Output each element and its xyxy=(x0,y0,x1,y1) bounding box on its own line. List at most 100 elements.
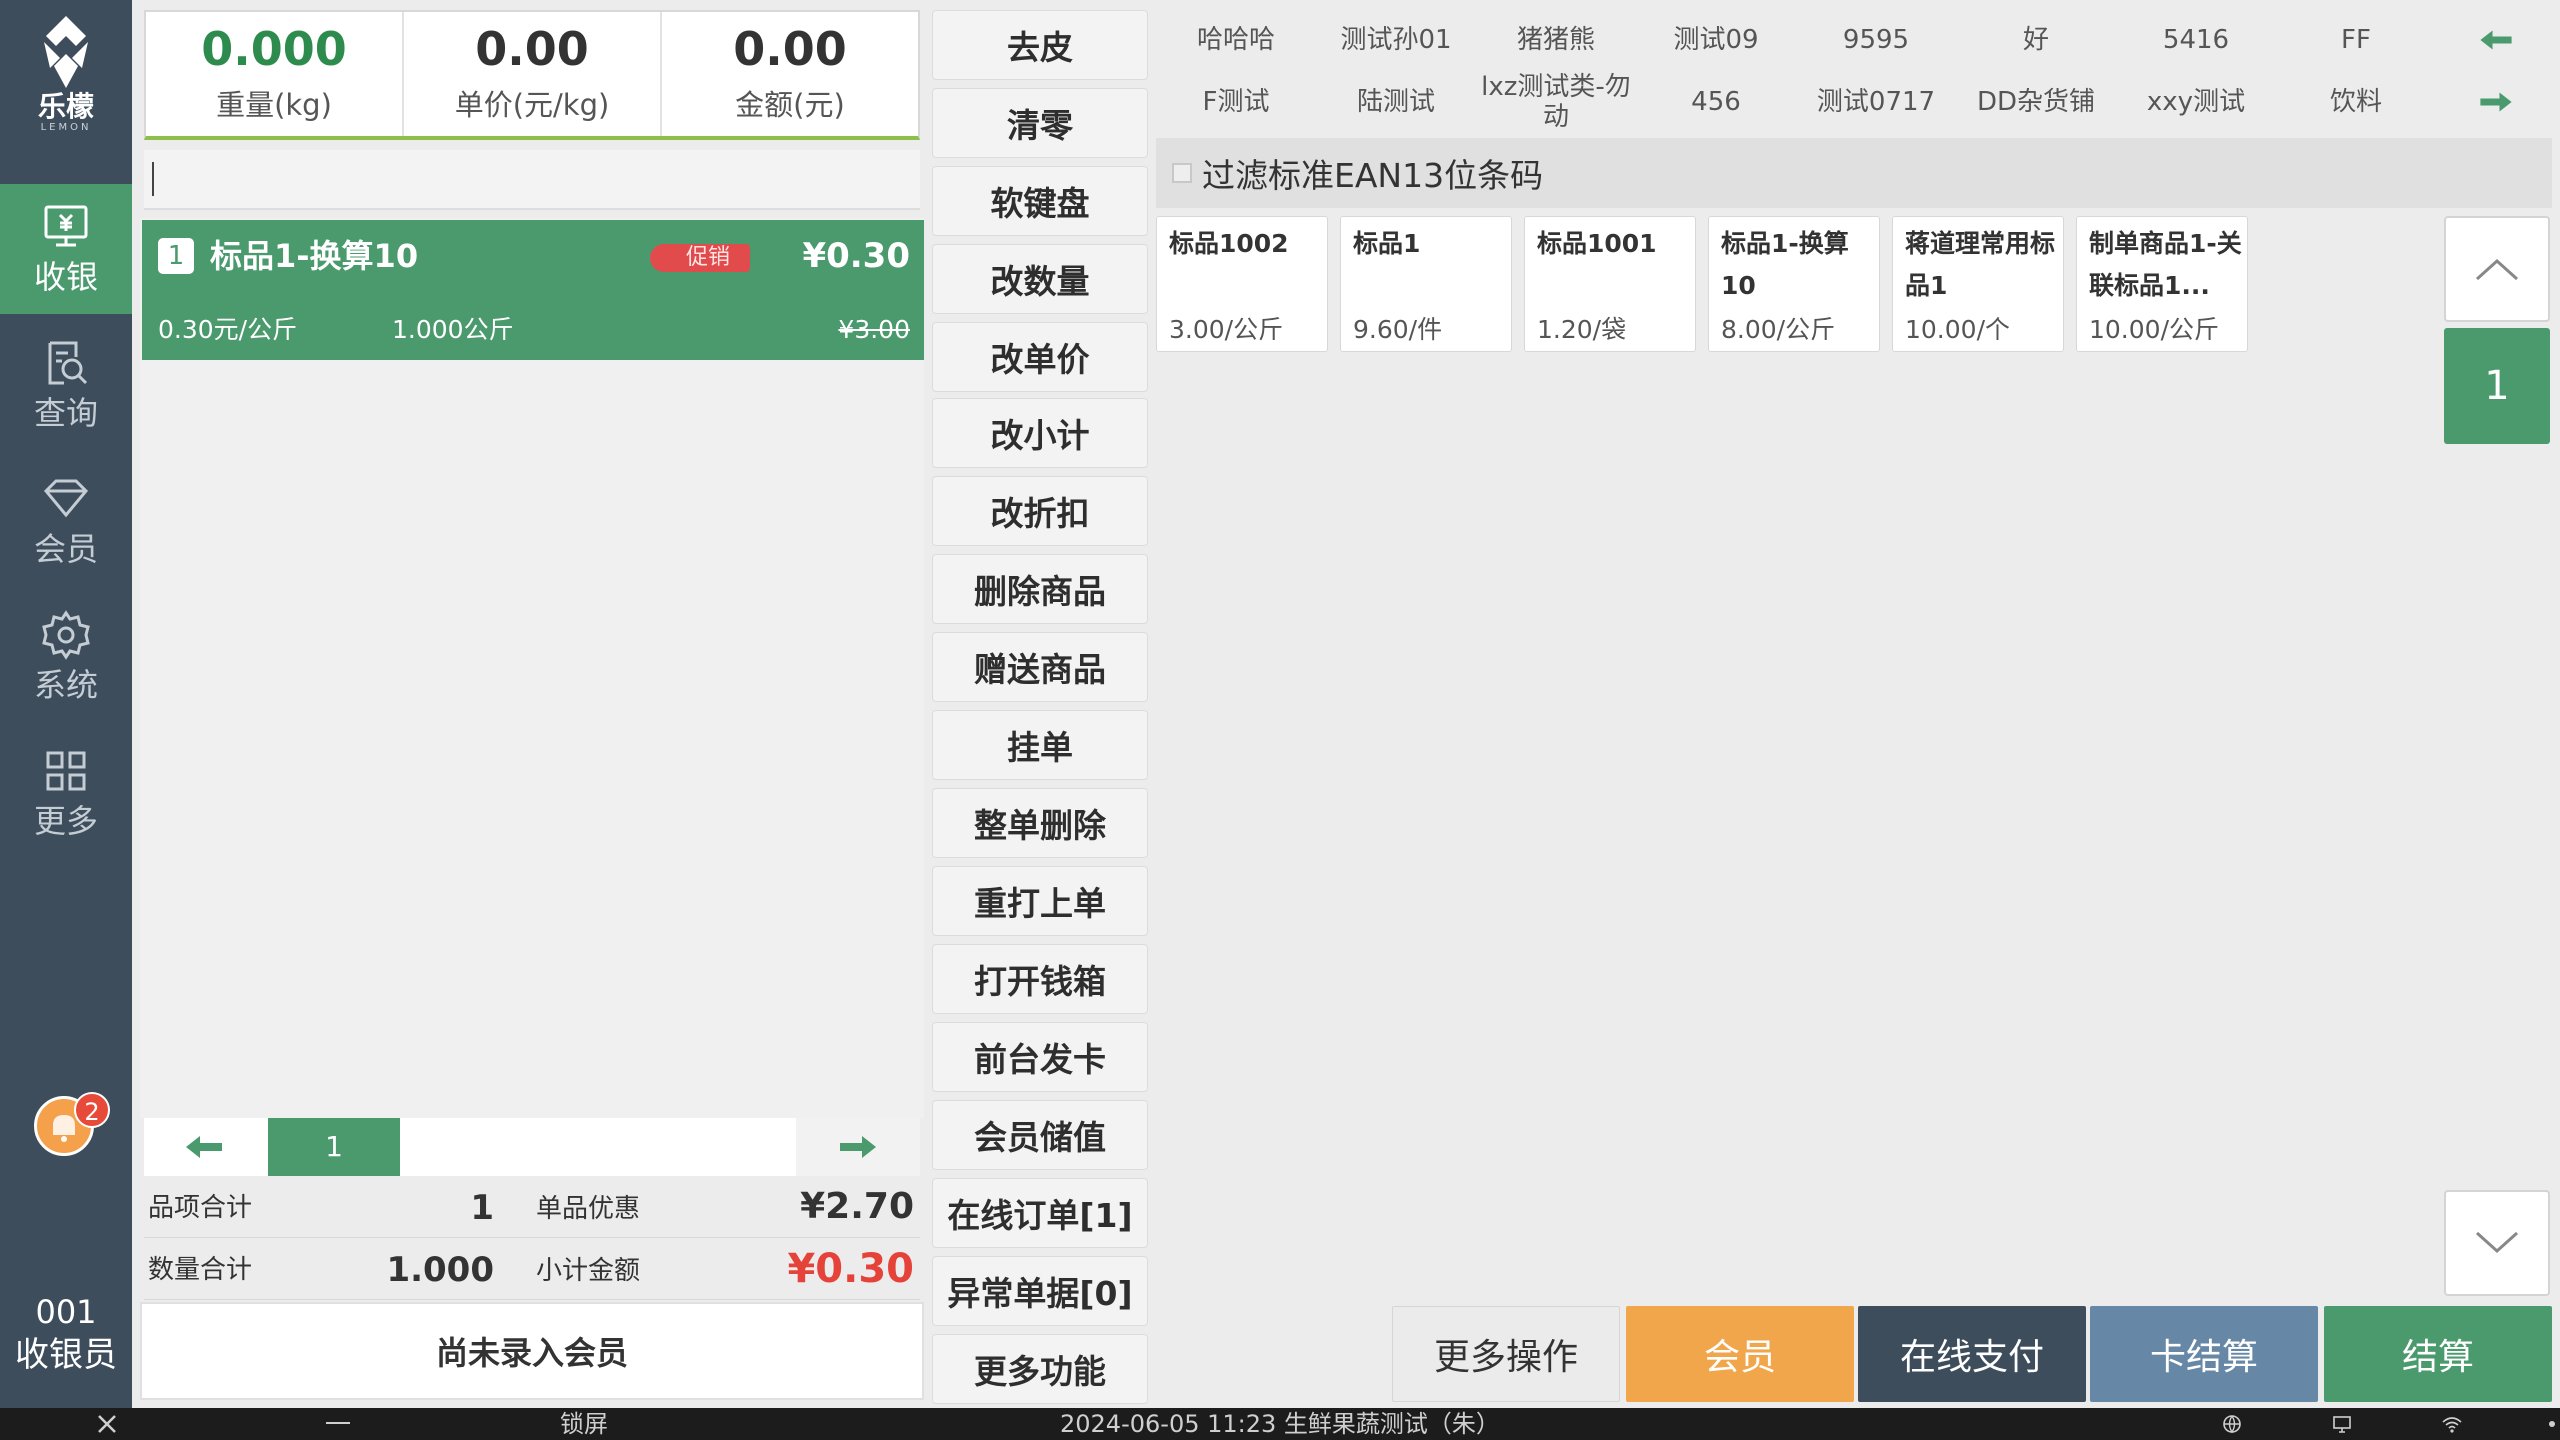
next-page-button[interactable] xyxy=(796,1118,920,1176)
scale-weight: 0.000 重量(kg) xyxy=(146,12,404,136)
qty-total-value: 1.000 xyxy=(386,1250,494,1290)
amount-value: 0.00 xyxy=(733,22,847,76)
category-tab[interactable]: 陆测试 xyxy=(1316,72,1476,132)
ean13-filter[interactable]: 过滤标准EAN13位条码 xyxy=(1156,138,2552,208)
soft-keyboard-button[interactable]: 软键盘 xyxy=(932,166,1148,236)
cart-item-quantity: 1.000公斤 xyxy=(392,315,514,344)
brand-logo: 乐檬 LEMON xyxy=(0,14,132,144)
scale-amount: 0.00 金额(元) xyxy=(662,12,918,136)
product-price: 3.00/公斤 xyxy=(1169,315,1284,344)
category-tab[interactable]: 猪猪熊 xyxy=(1476,10,1636,70)
category-tab[interactable]: FF xyxy=(2276,10,2436,70)
category-tab[interactable]: lxz测试类-勿动 xyxy=(1476,72,1636,132)
nav-label: 系统 xyxy=(33,666,98,704)
product-tile[interactable]: 制单商品1-关联标品1... 10.00/公斤 xyxy=(2076,216,2248,352)
weight-value: 0.000 xyxy=(201,22,347,76)
nav-member[interactable]: 会员 xyxy=(0,456,132,586)
prev-page-button[interactable] xyxy=(144,1118,264,1176)
brand-name-en: LEMON xyxy=(40,122,92,133)
scale-panel: 0.000 重量(kg) 0.00 单价(元/kg) 0.00 金额(元) xyxy=(144,10,920,140)
member-topup-button[interactable]: 会员储值 xyxy=(932,1100,1148,1170)
category-tab[interactable]: 456 xyxy=(1636,72,1796,132)
checkout-button[interactable]: 结算 xyxy=(2324,1306,2552,1402)
status-bar: 锁屏 2024-06-05 11:23 生鲜果蔬测试（朱） xyxy=(0,1408,2560,1440)
delete-order-button[interactable]: 整单删除 xyxy=(932,788,1148,858)
zero-button[interactable]: 清零 xyxy=(932,88,1148,158)
change-price-button[interactable]: 改单价 xyxy=(932,322,1148,392)
product-price: 8.00/公斤 xyxy=(1721,315,1836,344)
cart-pager: 1 xyxy=(144,1118,920,1176)
tare-button[interactable]: 去皮 xyxy=(932,10,1148,80)
member-diamond-icon xyxy=(43,479,89,518)
product-tile[interactable]: 标品1002 3.00/公斤 xyxy=(1156,216,1328,352)
product-name: 标品1001 xyxy=(1537,229,1657,258)
product-tile[interactable]: 标品1 9.60/件 xyxy=(1340,216,1512,352)
category-tab[interactable]: DD杂货铺 xyxy=(1956,72,2116,132)
more-actions-button[interactable]: 更多操作 xyxy=(1392,1306,1620,1402)
category-tab[interactable]: 测试09 xyxy=(1636,10,1796,70)
member-button[interactable]: 会员 xyxy=(1626,1306,1854,1402)
card-settle-button[interactable]: 卡结算 xyxy=(2090,1306,2318,1402)
member-status-button[interactable]: 尚未录入会员 xyxy=(140,1302,924,1400)
subtotal-amount: ¥0.30 xyxy=(787,1246,914,1292)
nav-system[interactable]: 系统 xyxy=(0,592,132,722)
nav-label: 会员 xyxy=(33,530,98,568)
product-price: 10.00/个 xyxy=(1905,315,2010,344)
category-tab[interactable]: 哈哈哈 xyxy=(1156,10,1316,70)
nav-query[interactable]: 查询 xyxy=(0,320,132,450)
minimize-icon[interactable] xyxy=(326,1422,350,1424)
cart-list: 1 标品1-换算10 促销 ¥0.30 0.30元/公斤 1.000公斤 ¥3.… xyxy=(140,218,924,1118)
product-price: 1.20/袋 xyxy=(1537,315,1627,344)
subtotal-label: 小计金额 xyxy=(536,1256,641,1286)
product-name: 标品1 xyxy=(1353,229,1421,258)
category-tab[interactable]: 饮料 xyxy=(2276,72,2436,132)
category-tab[interactable]: 测试0717 xyxy=(1796,72,1956,132)
barcode-input[interactable] xyxy=(144,150,920,210)
status-info: 2024-06-05 11:23 生鲜果蔬测试（朱） xyxy=(1060,1410,1500,1438)
reprint-button[interactable]: 重打上单 xyxy=(932,866,1148,936)
change-qty-button[interactable]: 改数量 xyxy=(932,244,1148,314)
product-tile[interactable]: 标品1001 1.20/袋 xyxy=(1524,216,1696,352)
gift-item-button[interactable]: 赠送商品 xyxy=(932,632,1148,702)
cash-register-icon xyxy=(44,205,88,247)
online-orders-button[interactable]: 在线订单[1] xyxy=(932,1178,1148,1248)
online-pay-button[interactable]: 在线支付 xyxy=(1858,1306,2086,1402)
close-icon[interactable] xyxy=(94,1411,120,1437)
category-tab[interactable]: 5416 xyxy=(2116,10,2276,70)
ean13-filter-checkbox[interactable] xyxy=(1172,163,1192,183)
arrow-right-icon xyxy=(2480,92,2512,112)
open-drawer-button[interactable]: 打开钱箱 xyxy=(932,944,1148,1014)
items-total-label: 品项合计 xyxy=(148,1193,253,1223)
change-subtotal-button[interactable]: 改小计 xyxy=(932,398,1148,468)
more-functions-button[interactable]: 更多功能 xyxy=(932,1334,1148,1404)
category-prev-button[interactable] xyxy=(2456,10,2536,70)
change-discount-button[interactable]: 改折扣 xyxy=(932,476,1148,546)
category-tab[interactable]: F测试 xyxy=(1156,72,1316,132)
category-tab[interactable]: 9595 xyxy=(1796,10,1956,70)
category-tab[interactable]: 好 xyxy=(1956,10,2116,70)
unit-price-label: 单价(元/kg) xyxy=(454,88,610,122)
promo-tag-label: 促销 xyxy=(686,245,731,270)
hold-order-button[interactable]: 挂单 xyxy=(932,710,1148,780)
product-scroll-down-button[interactable] xyxy=(2444,1190,2550,1296)
product-scroll-up-button[interactable] xyxy=(2444,216,2550,322)
cart-item[interactable]: 1 标品1-换算10 促销 ¥0.30 0.30元/公斤 1.000公斤 ¥3.… xyxy=(142,220,924,360)
category-next-button[interactable] xyxy=(2456,72,2536,132)
product-tile[interactable]: 标品1-换算10 8.00/公斤 xyxy=(1708,216,1880,352)
issue-card-button[interactable]: 前台发卡 xyxy=(932,1022,1148,1092)
notification-button[interactable]: 2 xyxy=(34,1092,110,1156)
gear-icon xyxy=(42,610,90,660)
abnormal-orders-button[interactable]: 异常单据[0] xyxy=(932,1256,1148,1326)
delete-item-button[interactable]: 删除商品 xyxy=(932,554,1148,624)
current-page: 1 xyxy=(268,1118,400,1176)
category-tab[interactable]: 测试孙01 xyxy=(1316,10,1476,70)
nav-cashier[interactable]: 收银 xyxy=(0,184,132,314)
unit-price-value: 0.00 xyxy=(475,22,589,76)
lock-screen-button[interactable]: 锁屏 xyxy=(560,1408,608,1440)
product-tile[interactable]: 蒋道理常用标品1 10.00/个 xyxy=(1892,216,2064,352)
items-total-count: 1 xyxy=(470,1188,494,1228)
category-tabs: 哈哈哈 测试孙01 猪猪熊 测试09 9595 好 5416 FF F测试 陆测… xyxy=(1156,10,2552,134)
nav-more[interactable]: 更多 xyxy=(0,728,132,858)
cart-item-amount: ¥0.30 xyxy=(802,236,910,276)
category-tab[interactable]: xxy测试 xyxy=(2116,72,2276,132)
